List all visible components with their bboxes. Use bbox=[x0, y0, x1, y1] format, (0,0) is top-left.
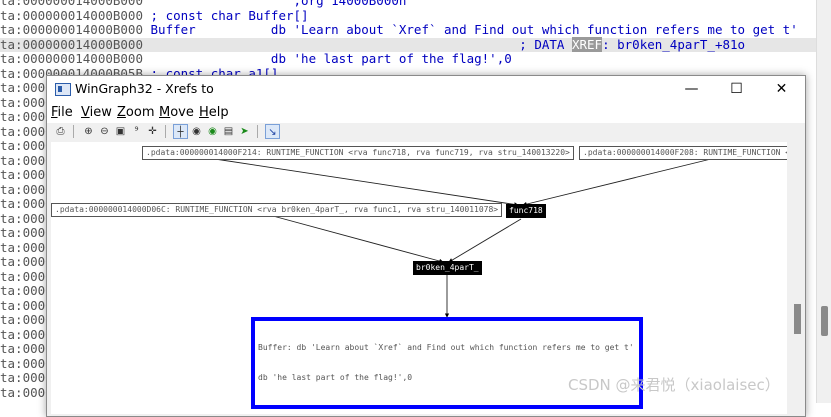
csdn-watermark: CSDN @来君悦（xiaolaisec） bbox=[568, 376, 780, 394]
disassembly-line[interactable]: ta:000000014000B000 ; const char Buffer[… bbox=[0, 7, 309, 24]
graph-scroll-thumb[interactable] bbox=[794, 304, 801, 334]
disassembly-line[interactable]: ta:000000014000B000 Buffer db 'Learn abo… bbox=[0, 22, 798, 38]
disassembly-line-partial: ta:0000 bbox=[0, 123, 53, 139]
zoom-100-icon[interactable]: ⁹ bbox=[129, 124, 144, 139]
toolbar: ⎙ ⊕ ⊖ ▣ ⁹ ✛ ┼ ◉ ◉ ▤ ➤ ↘ bbox=[47, 123, 805, 141]
menu-move[interactable]: Move bbox=[159, 105, 194, 120]
disassembly-line-partial: ta:0000 bbox=[0, 109, 53, 124]
disassembly-line-partial: ta:0000 bbox=[0, 384, 53, 400]
line-text: ; DATA bbox=[143, 36, 572, 52]
move-icon[interactable]: ✛ bbox=[145, 124, 160, 139]
graph-node-func718[interactable]: func718 bbox=[506, 204, 546, 218]
line-text: db 'he last part of the flag!',0 bbox=[143, 51, 512, 66]
graph-node-pdata-f214[interactable]: .pdata:000000014000F214: RUNTIME_FUNCTIO… bbox=[142, 146, 574, 160]
buffer-line-1: Buffer: db 'Learn about `Xref` and Find … bbox=[258, 343, 634, 352]
toolbar-separator bbox=[257, 125, 258, 138]
layout-icon[interactable]: ┼ bbox=[173, 124, 188, 139]
green-node-icon[interactable]: ◉ bbox=[205, 124, 220, 139]
disassembly-line-partial: ta:0000 bbox=[0, 312, 53, 327]
disassembly-line-partial: ta:0000 bbox=[0, 210, 53, 226]
graph-node-buffer[interactable]: Buffer: db 'Learn about `Xref` and Find … bbox=[251, 317, 643, 409]
menu-help[interactable]: Help bbox=[199, 105, 229, 120]
node-icon[interactable]: ◉ bbox=[189, 124, 204, 139]
menubar: File View Zoom Move Help bbox=[47, 103, 805, 123]
disassembly-line-partial: ta:0000 bbox=[0, 94, 53, 110]
disassembly-line-partial: ta:0000 bbox=[0, 326, 53, 342]
disassembly-line-partial: ta:0000 bbox=[0, 283, 53, 298]
edge-f214-to-func718 bbox=[214, 158, 519, 207]
disassembly-scroll-thumb[interactable] bbox=[821, 306, 828, 336]
wingraph-window[interactable]: WinGraph32 - Xrefs to — ☐ ✕ File View Zo… bbox=[46, 75, 806, 417]
disassembly-line[interactable]: ta:000000014000B000 ; DATA XREF: br0ken_… bbox=[0, 36, 831, 52]
toolbar-separator bbox=[73, 125, 74, 138]
edge-d06c-to-broken bbox=[272, 215, 444, 264]
disassembly-line-partial: ta:0000 bbox=[0, 152, 53, 168]
window-titlebar[interactable]: WinGraph32 - Xrefs to — ☐ ✕ bbox=[47, 76, 805, 103]
edge-func718-to-broken bbox=[448, 218, 522, 263]
menu-file[interactable]: File bbox=[51, 105, 73, 120]
disassembly-line-partial: ta:0000 bbox=[0, 196, 53, 211]
disassembly-line-partial: ta:0000 bbox=[0, 80, 53, 95]
zoom-out-icon[interactable]: ⊖ bbox=[97, 124, 112, 139]
toolbar-separator bbox=[165, 125, 166, 138]
disassembly-line-partial: ta:0000 bbox=[0, 167, 53, 182]
disassembly-scrollbar[interactable] bbox=[816, 0, 831, 403]
maximize-button[interactable]: ☐ bbox=[714, 76, 759, 103]
disassembly-line-partial: ta:0000 bbox=[0, 181, 53, 197]
disassembly-line-partial: ta:0000 bbox=[0, 138, 53, 153]
close-button[interactable]: ✕ bbox=[759, 76, 804, 103]
printer-icon[interactable]: ⎙ bbox=[53, 124, 68, 139]
xref-target[interactable]: : br0ken_4parT_+81o bbox=[602, 37, 745, 52]
line-text: ; const char Buffer[] bbox=[143, 7, 309, 23]
edge-icon[interactable]: ▤ bbox=[221, 124, 236, 139]
edge-f208-to-func718 bbox=[522, 158, 712, 207]
disassembly-line-partial: ta:0000 bbox=[0, 268, 53, 284]
graph-node-pdata-d06c[interactable]: .pdata:000000014000D06C: RUNTIME_FUNCTIO… bbox=[51, 203, 503, 217]
disassembly-line-partial: ta:0000 bbox=[0, 370, 53, 385]
graph-scrollbar[interactable] bbox=[790, 142, 805, 414]
disassembly-line[interactable]: ta:000000014000B000 db 'he last part of … bbox=[0, 51, 512, 67]
line-address: ta:000000014000B000 bbox=[0, 7, 143, 23]
wingraph-app-icon bbox=[55, 83, 71, 96]
minimize-button[interactable]: — bbox=[669, 76, 714, 103]
disassembly-line-partial: ta:0000 bbox=[0, 355, 53, 371]
line-text: Buffer db 'Learn about `Xref` and Find o… bbox=[143, 22, 798, 37]
fit-window-icon[interactable]: ▣ bbox=[113, 124, 128, 139]
menu-view[interactable]: View bbox=[81, 105, 112, 120]
pointer-icon[interactable]: ↘ bbox=[265, 124, 280, 139]
disassembly-line-partial: ta:0000 bbox=[0, 239, 53, 255]
green-arrow-icon[interactable]: ➤ bbox=[237, 124, 252, 139]
disassembly-line-partial: ta:0000 bbox=[0, 225, 53, 240]
line-address: ta:000000014000B000 bbox=[0, 22, 143, 37]
window-title: WinGraph32 - Xrefs to bbox=[75, 81, 214, 96]
graph-node-pdata-f208[interactable]: .pdata:000000014000F208: RUNTIME_FUNCTIO… bbox=[579, 146, 787, 160]
line-address: ta:000000014000B000 bbox=[0, 51, 143, 66]
menu-zoom[interactable]: Zoom bbox=[117, 105, 154, 120]
disassembly-line-partial: ta:0000 bbox=[0, 341, 53, 356]
graph-node-br0ken-4part[interactable]: br0ken_4parT_ bbox=[413, 261, 482, 275]
disassembly-line-partial: ta:0000 bbox=[0, 297, 53, 313]
zoom-in-icon[interactable]: ⊕ bbox=[81, 124, 96, 139]
xref-highlight[interactable]: XREF bbox=[571, 36, 603, 52]
line-address: ta:000000014000B000 bbox=[0, 36, 143, 52]
disassembly-line-partial: ta:0000 bbox=[0, 254, 53, 269]
